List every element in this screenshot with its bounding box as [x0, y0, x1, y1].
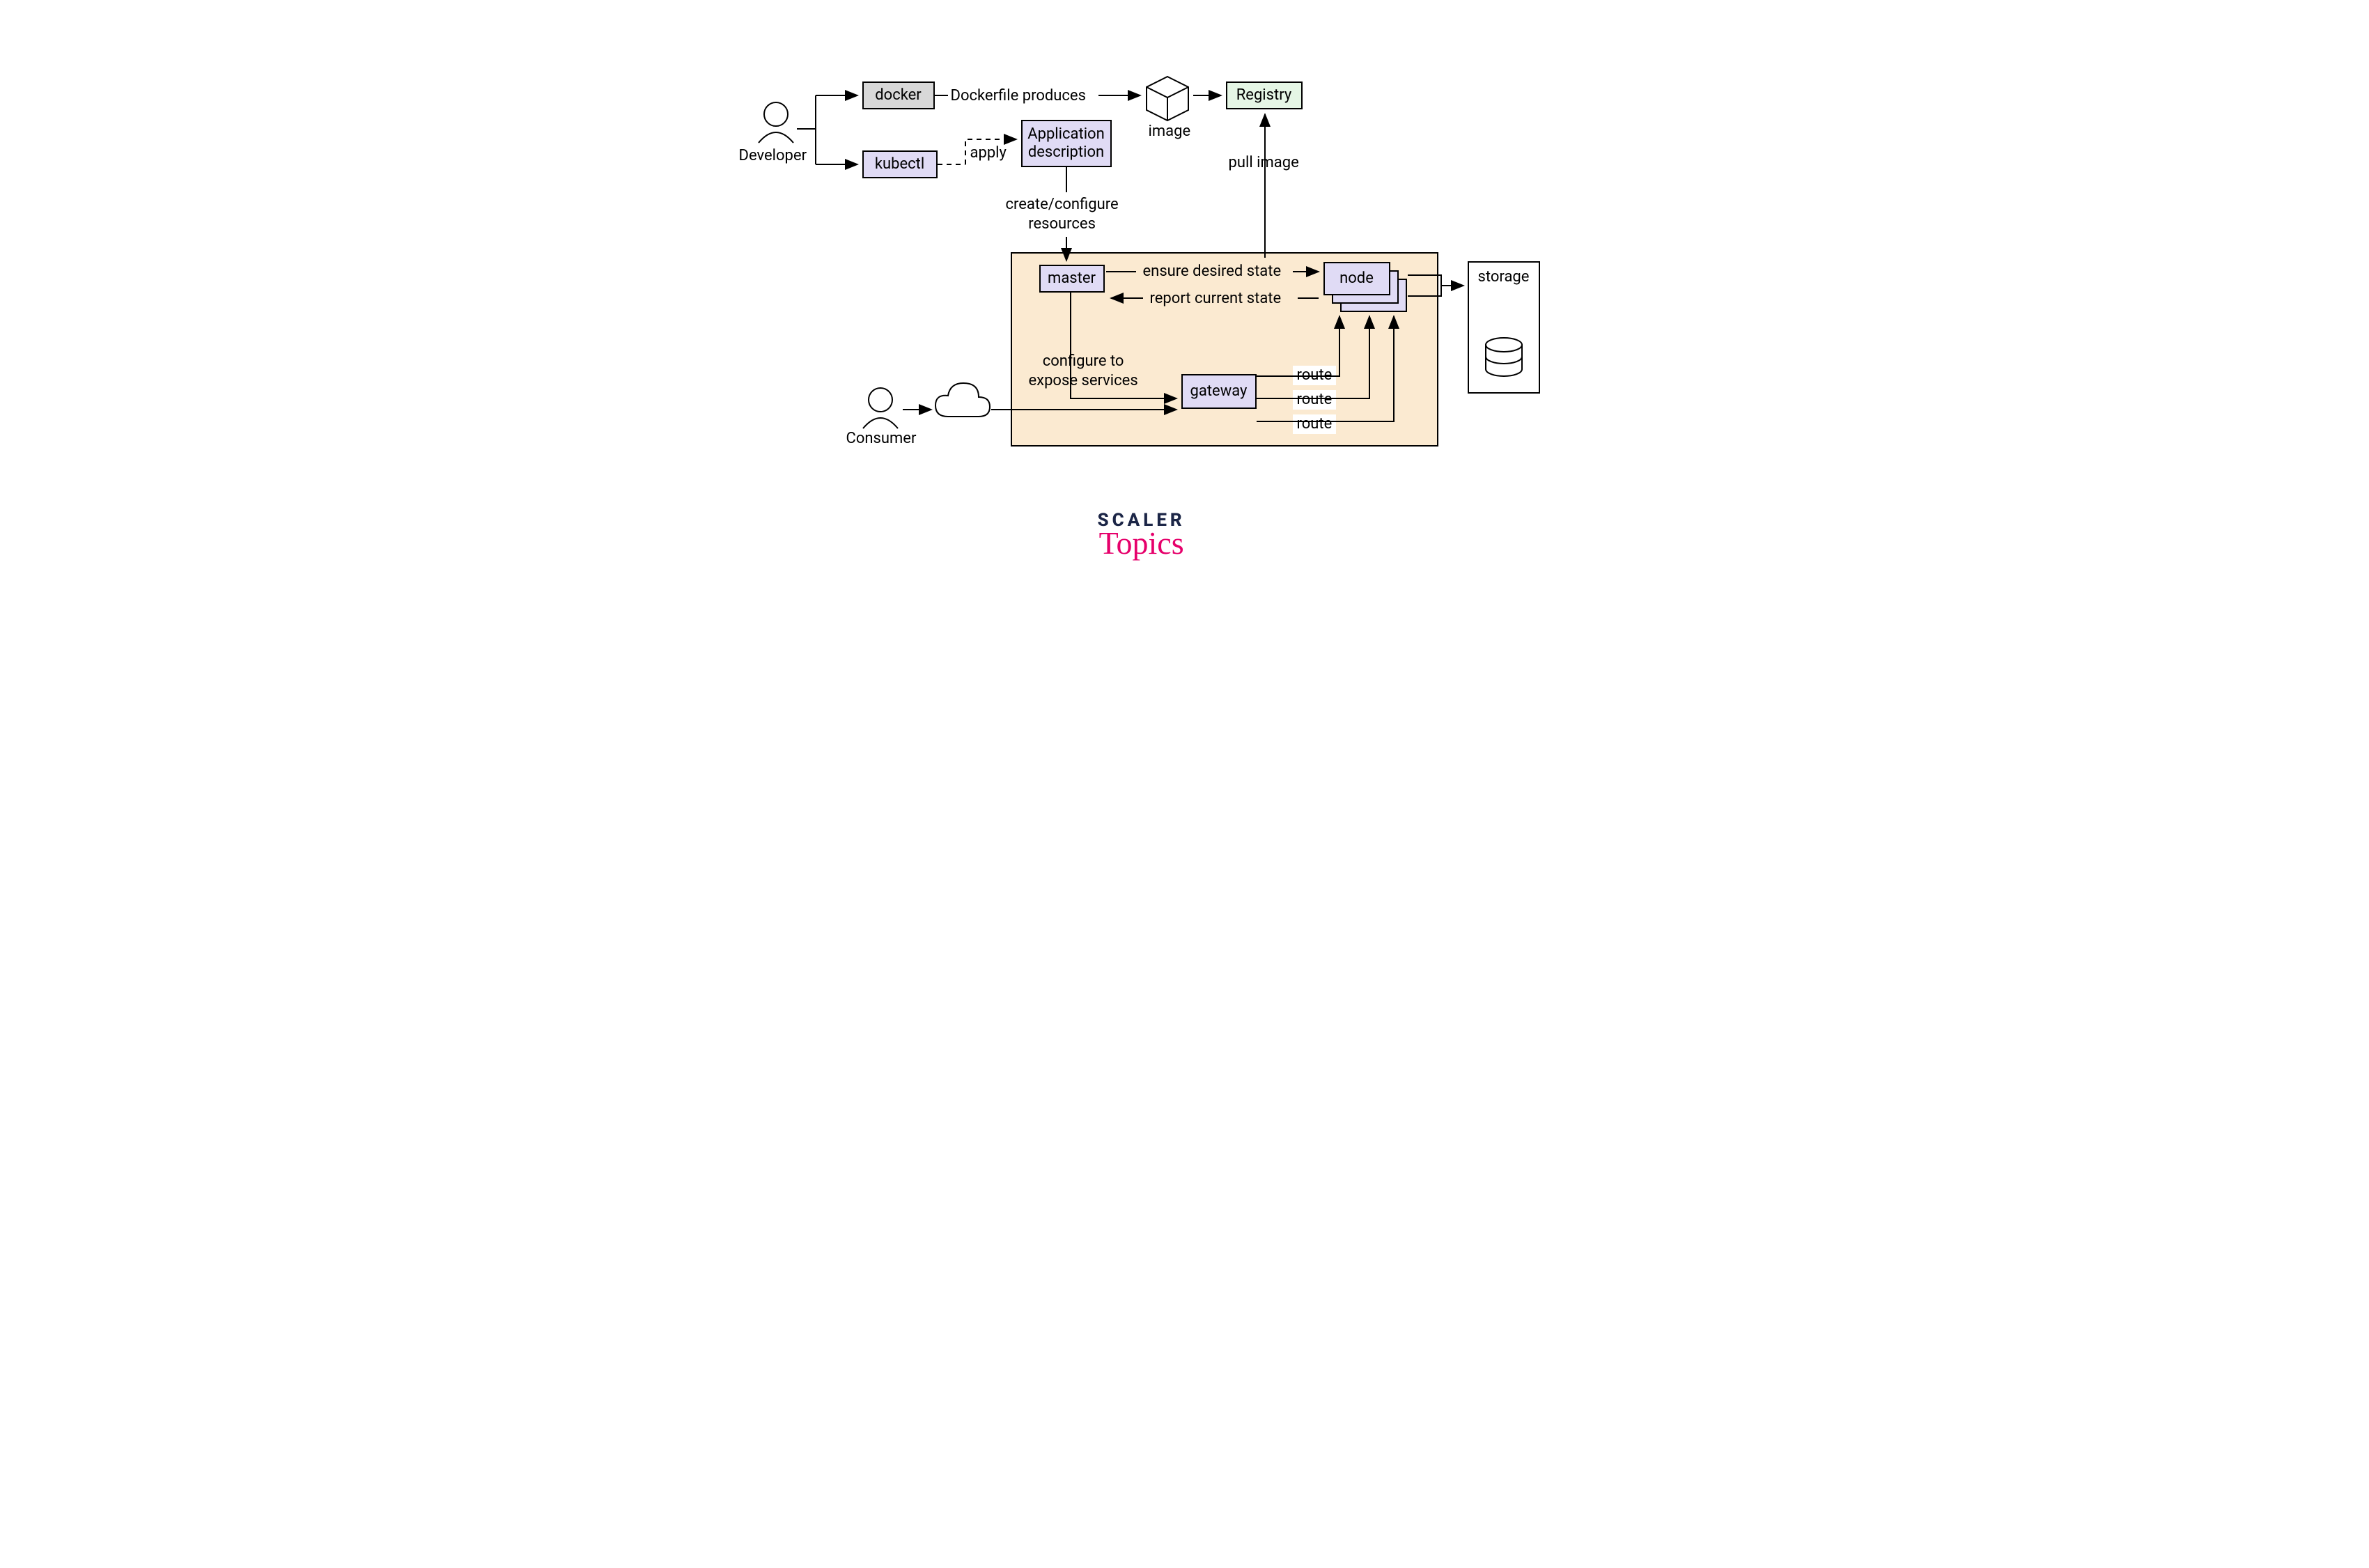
gateway-box: gateway: [1181, 374, 1257, 409]
report-current-label: report current state: [1150, 289, 1282, 309]
docker-box: docker: [862, 81, 935, 109]
consumer-label: Consumer: [846, 429, 917, 449]
scaler-logo: SCALER Topics: [1098, 510, 1186, 557]
node-box: node: [1323, 262, 1390, 295]
app-desc-box: Application description: [1021, 120, 1112, 167]
image-label: image: [1149, 122, 1191, 141]
route-label-3: route: [1293, 414, 1337, 434]
ensure-desired-label: ensure desired state: [1143, 262, 1282, 281]
developer-label: Developer: [739, 146, 807, 166]
cube-icon: [1147, 77, 1188, 121]
consumer-icon: [863, 388, 898, 428]
cloud-icon: [935, 383, 990, 417]
topics-text: Topics: [1098, 531, 1186, 557]
route-label-2: route: [1293, 390, 1337, 410]
pull-image-label: pull image: [1229, 153, 1299, 173]
developer-icon: [759, 102, 793, 143]
create-configure-label: create/configure resources: [1006, 195, 1119, 233]
apply-label: apply: [970, 143, 1007, 163]
configure-expose-label: configure to expose services: [1029, 352, 1138, 390]
registry-box: Registry: [1226, 81, 1303, 109]
route-label-1: route: [1293, 366, 1337, 385]
master-box: master: [1039, 265, 1105, 293]
storage-box: storage: [1468, 261, 1540, 394]
kubectl-box: kubectl: [862, 150, 938, 178]
dockerfile-produces-label: Dockerfile produces: [951, 86, 1086, 106]
